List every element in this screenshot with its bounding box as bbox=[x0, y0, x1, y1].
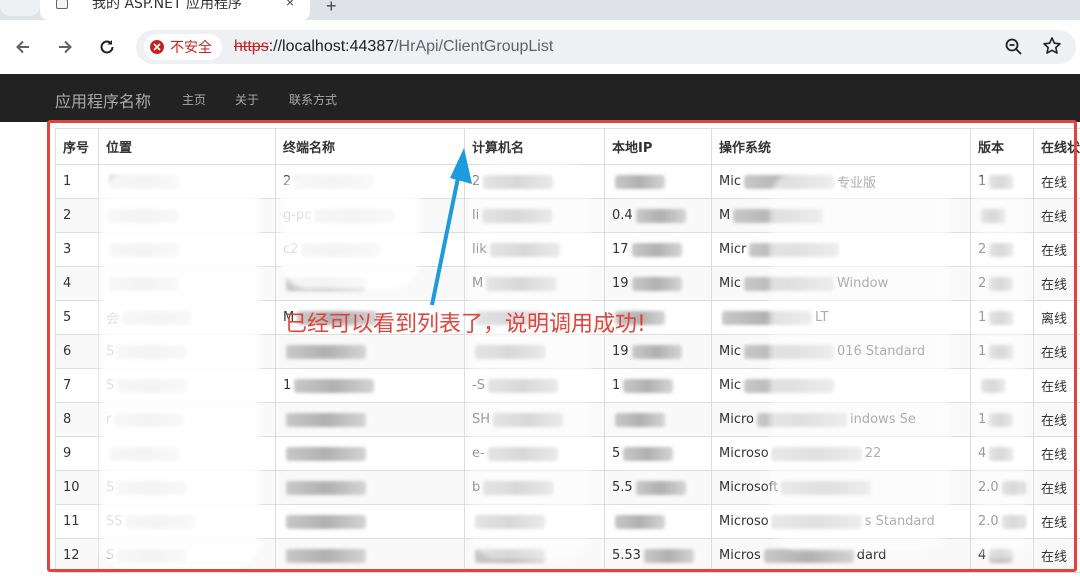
annotation-arrow-icon bbox=[420, 140, 480, 310]
tab-title: 我的 ASP.NET 应用程序 bbox=[92, 0, 242, 13]
brand-link[interactable]: 应用程序名称 bbox=[55, 88, 151, 112]
page-icon bbox=[56, 0, 68, 9]
url-host: ://localhost:44387 bbox=[269, 38, 394, 55]
forward-button[interactable] bbox=[52, 34, 78, 60]
address-bar[interactable]: 不安全 https://localhost:44387/HrApi/Client… bbox=[136, 30, 1076, 64]
browser-toolbar: 不安全 https://localhost:44387/HrApi/Client… bbox=[0, 20, 1080, 74]
browser-tabstrip: 我的 ASP.NET 应用程序 × + bbox=[0, 0, 1080, 20]
back-button[interactable] bbox=[10, 34, 36, 60]
reload-icon bbox=[98, 38, 116, 56]
warning-icon bbox=[150, 40, 164, 54]
annotation-frame bbox=[47, 120, 1077, 572]
bookmark-star-icon[interactable] bbox=[1042, 36, 1062, 61]
zoom-icon[interactable] bbox=[1004, 37, 1024, 62]
site-navbar: 应用程序名称 主页 关于 联系方式 bbox=[0, 74, 1080, 122]
arrow-left-icon bbox=[14, 38, 32, 56]
new-tab-icon[interactable]: + bbox=[326, 0, 337, 17]
security-label: 不安全 bbox=[170, 37, 212, 57]
arrow-right-icon bbox=[56, 38, 74, 56]
browser-tab[interactable]: 我的 ASP.NET 应用程序 × bbox=[40, 0, 310, 20]
nav-link-contact[interactable]: 联系方式 bbox=[289, 91, 337, 108]
annotation-text: 已经可以看到列表了，说明调用成功! bbox=[285, 306, 646, 338]
tab-close-icon[interactable]: × bbox=[286, 0, 294, 10]
nav-link-about[interactable]: 关于 bbox=[235, 91, 259, 108]
reload-button[interactable] bbox=[94, 34, 120, 60]
tab-search-button[interactable] bbox=[0, 0, 40, 16]
url-text[interactable]: https://localhost:44387/HrApi/ClientGrou… bbox=[234, 38, 553, 56]
nav-link-home[interactable]: 主页 bbox=[182, 91, 206, 108]
url-scheme: https bbox=[234, 38, 269, 55]
security-chip[interactable]: 不安全 bbox=[144, 34, 222, 60]
url-path: /HrApi/ClientGroupList bbox=[394, 38, 553, 55]
